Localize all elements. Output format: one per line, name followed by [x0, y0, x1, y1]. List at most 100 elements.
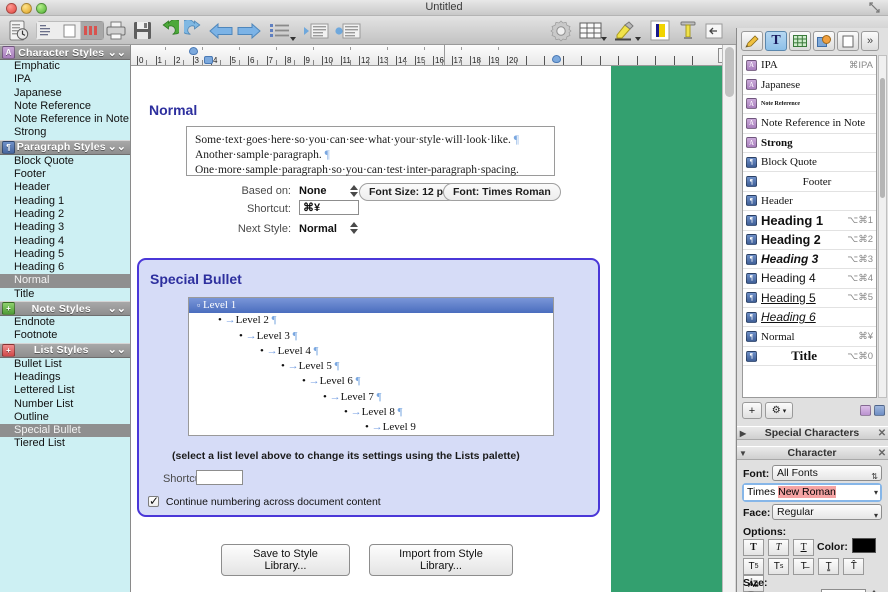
annotation-icon[interactable]: [676, 19, 700, 42]
bullet-level-row[interactable]: ▫ Level 1: [189, 298, 553, 313]
back-arrow-icon[interactable]: [208, 19, 234, 42]
italic-button[interactable]: T: [768, 539, 789, 556]
sidebar-item-japanese[interactable]: Japanese: [0, 87, 130, 100]
sidebar-item-note-reference-in-note[interactable]: Note Reference in Note: [0, 113, 130, 126]
sidebar-item-heading-3[interactable]: Heading 3: [0, 221, 130, 234]
import-from-style-library-button[interactable]: Import from Style Library...: [369, 544, 513, 576]
font-collection-popup[interactable]: All Fonts ⇅: [772, 465, 882, 481]
sidebar-item-ipa[interactable]: IPA: [0, 73, 130, 86]
sidebar-item-title[interactable]: Title: [0, 288, 130, 301]
chevron-down-icon[interactable]: ⌄⌄: [108, 346, 126, 354]
bullet-level-row[interactable]: • →Level 5 ¶: [189, 359, 553, 374]
scrollbar-thumb[interactable]: [880, 78, 885, 198]
save-icon[interactable]: [130, 19, 154, 42]
based-on-stepper[interactable]: [349, 184, 358, 198]
sidebar-item-endnote[interactable]: Endnote: [0, 316, 130, 329]
inspector-tabs[interactable]: T »: [741, 31, 885, 51]
sidebar-group-header-paragraph-styles[interactable]: ¶ Paragraph Styles ⌄⌄: [0, 140, 130, 155]
superscript-button[interactable]: Ts: [768, 558, 789, 575]
sidebar-group-header-character-styles[interactable]: A Character Styles ⌄⌄: [0, 45, 130, 60]
forward-arrow-icon[interactable]: [236, 19, 262, 42]
special-characters-section-header[interactable]: ▶ Special Characters ✕: [737, 426, 888, 440]
inspector-style-row[interactable]: ¶Heading 5⌥⌘5: [743, 289, 876, 308]
sidebar-group-header-list-styles[interactable]: + List Styles ⌄⌄: [0, 343, 130, 358]
highlighter-icon[interactable]: [612, 19, 642, 42]
chevron-down-icon[interactable]: ▾: [874, 485, 878, 500]
ruler-tab-stop[interactable]: [276, 47, 277, 50]
view-mode-segmented[interactable]: [36, 19, 104, 42]
bullet-level-row[interactable]: • →Level 9: [189, 420, 553, 435]
tab-table[interactable]: [789, 31, 811, 51]
first-line-indent-marker[interactable]: [189, 47, 198, 55]
sidebar-item-number-list[interactable]: Number List: [0, 398, 130, 411]
bullet-level-row[interactable]: • →Level 7 ¶: [189, 390, 553, 405]
subscript-button[interactable]: T5: [743, 558, 764, 575]
left-indent-marker[interactable]: [204, 56, 213, 64]
tab-pencil[interactable]: [741, 31, 763, 51]
bullet-level-row[interactable]: • →Level 3 ¶: [189, 329, 553, 344]
tab-page[interactable]: [837, 31, 859, 51]
table-icon[interactable]: [578, 19, 608, 42]
tab-text[interactable]: T: [765, 31, 787, 51]
face-popup[interactable]: Regular ▾: [772, 504, 882, 520]
ruler-tab-stop[interactable]: [387, 47, 388, 50]
bullet-level-row[interactable]: • →Level 8 ¶: [189, 405, 553, 420]
sidebar-item-outline[interactable]: Outline: [0, 411, 130, 424]
tab-more[interactable]: »: [861, 31, 879, 51]
inspector-style-row[interactable]: ¶Normal⌘¥: [743, 327, 876, 346]
chevron-down-icon[interactable]: ⌄⌄: [108, 305, 126, 313]
character-section-header[interactable]: ▼ Character ✕: [737, 446, 888, 460]
inspector-style-row[interactable]: ¶Title⌥⌘0: [743, 347, 876, 366]
inspector-style-row[interactable]: AStrong: [743, 134, 876, 153]
show-invisibles-icon[interactable]: [302, 19, 330, 42]
sidebar-item-footer[interactable]: Footer: [0, 168, 130, 181]
inspector-style-row[interactable]: ANote Reference in Note: [743, 114, 876, 133]
tab-shape[interactable]: [813, 31, 835, 51]
ruler-tab-stop[interactable]: [313, 47, 314, 50]
inspector-style-scrollbar[interactable]: [878, 55, 887, 398]
sidebar-item-header[interactable]: Header: [0, 181, 130, 194]
sidebar-item-heading-6[interactable]: Heading 6: [0, 261, 130, 274]
chevron-down-icon[interactable]: ⌄⌄: [108, 143, 126, 151]
disclosure-right-icon[interactable]: ▶: [737, 429, 749, 438]
paragraph-filter-icon[interactable]: [874, 405, 885, 416]
next-style-stepper[interactable]: [349, 221, 358, 235]
inspector-style-list[interactable]: AIPA⌘IPAAJapaneseANote ReferenceANote Re…: [742, 55, 877, 398]
chevron-down-icon[interactable]: ⌄⌄: [108, 49, 126, 57]
inspector-style-row[interactable]: AIPA⌘IPA: [743, 56, 876, 75]
bullet-level-row[interactable]: • →Level 4 ¶: [189, 344, 553, 359]
continue-numbering-row[interactable]: Continue numbering across document conte…: [148, 496, 381, 508]
ruler-tab-stop[interactable]: [350, 47, 351, 50]
hide-invisibles-icon[interactable]: [334, 19, 362, 42]
list-styles-icon[interactable]: [268, 19, 298, 42]
close-icon[interactable]: ✕: [875, 428, 888, 439]
ruler-tab-stop[interactable]: [165, 47, 166, 50]
special-bullet-shortcut-input[interactable]: [196, 470, 243, 485]
sidebar-item-bullet-list[interactable]: Bullet List: [0, 358, 130, 371]
document-ruler[interactable]: 01234567891011121314151617181920 ↖: [131, 45, 735, 66]
sidebar-item-normal[interactable]: Normal: [0, 274, 130, 287]
undo-icon[interactable]: [156, 19, 180, 42]
inspector-style-row[interactable]: ANote Reference: [743, 95, 876, 114]
ruler-tab-stop[interactable]: [498, 47, 499, 50]
inspector-icon[interactable]: [6, 19, 32, 42]
sidebar-item-heading-5[interactable]: Heading 5: [0, 248, 130, 261]
sidebar-item-heading-4[interactable]: Heading 4: [0, 235, 130, 248]
sidebar-item-special-bullet[interactable]: Special Bullet: [0, 424, 130, 437]
sidebar-item-strong[interactable]: Strong: [0, 126, 130, 139]
redo-icon[interactable]: [182, 19, 206, 42]
strikethrough-button[interactable]: T̶: [793, 558, 814, 575]
document-vertical-scrollbar[interactable]: [722, 45, 735, 592]
text-color-swatch[interactable]: [852, 538, 876, 553]
styles-sidebar[interactable]: A Character Styles ⌄⌄ Emphatic IPA Japan…: [0, 45, 131, 592]
bullet-level-row[interactable]: • →Level 2 ¶: [189, 313, 553, 328]
sidebar-item-footnote[interactable]: Footnote: [0, 329, 130, 342]
shortcut-input[interactable]: ⌘¥: [299, 200, 359, 215]
add-style-button[interactable]: +: [742, 402, 762, 419]
text-cursor-icon[interactable]: [648, 19, 672, 42]
character-filter-icon[interactable]: [860, 405, 871, 416]
sidebar-item-tiered-list[interactable]: Tiered List: [0, 437, 130, 450]
font-name-combo[interactable]: Times New Roman ▾: [742, 483, 882, 502]
inspector-style-row[interactable]: ¶Heading 2⌥⌘2: [743, 231, 876, 250]
right-indent-marker[interactable]: [552, 55, 561, 63]
